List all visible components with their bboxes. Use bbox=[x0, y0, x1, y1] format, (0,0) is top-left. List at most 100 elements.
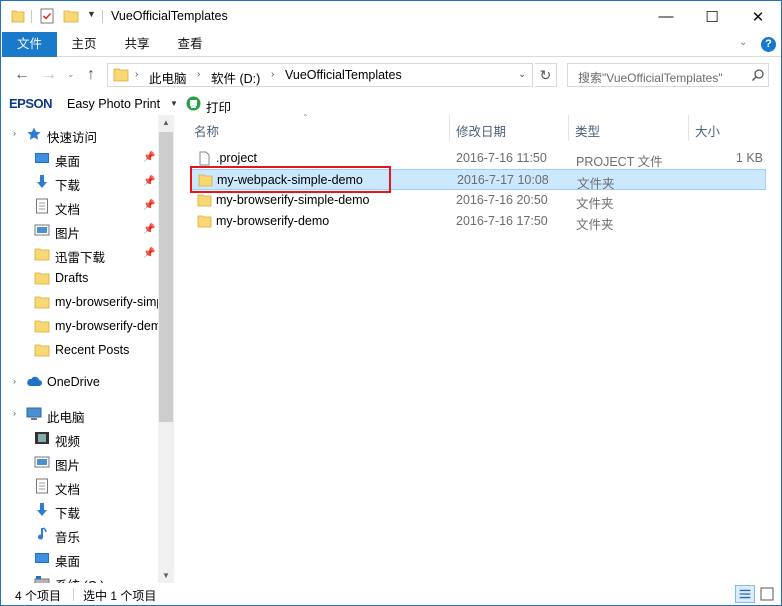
pin-icon[interactable]: 📌 bbox=[143, 200, 155, 211]
nav-item-videos[interactable]: 视频 bbox=[1, 427, 157, 449]
scrollbar-thumb[interactable] bbox=[159, 132, 173, 422]
nav-item-drive-c[interactable]: 系统 (C:) bbox=[1, 571, 157, 583]
picture-icon bbox=[34, 224, 50, 236]
column-size[interactable]: 大小 bbox=[695, 121, 720, 140]
recent-locations-icon[interactable]: ⌄ bbox=[67, 69, 75, 80]
minimize-button[interactable]: — bbox=[643, 1, 689, 32]
file-modified: 2016-7-16 20:50 bbox=[456, 193, 548, 207]
pin-icon[interactable]: 📌 bbox=[143, 152, 155, 163]
file-row[interactable]: my-browserify-simple-demo 2016-7-16 20:5… bbox=[190, 190, 766, 211]
column-type[interactable]: 类型 bbox=[575, 121, 600, 140]
breadcrumb-this-pc[interactable]: 此电脑 bbox=[149, 68, 187, 87]
details-view-icon[interactable] bbox=[735, 585, 755, 603]
chevron-right-icon[interactable]: › bbox=[271, 69, 274, 80]
maximize-button[interactable]: ☐ bbox=[689, 1, 735, 32]
picture-icon bbox=[34, 456, 50, 468]
tab-file[interactable]: 文件 bbox=[2, 32, 57, 57]
folder-icon bbox=[34, 344, 50, 357]
help-icon[interactable]: ? bbox=[761, 37, 776, 52]
expand-arrow-icon[interactable]: › bbox=[13, 128, 16, 138]
search-input[interactable]: 搜索"VueOfficialTemplates" bbox=[567, 63, 769, 87]
nav-onedrive[interactable]: › OneDrive bbox=[1, 371, 157, 393]
chevron-right-icon[interactable]: › bbox=[197, 69, 200, 80]
nav-item-desktop[interactable]: 桌面 📌 bbox=[1, 147, 157, 169]
column-divider[interactable] bbox=[449, 115, 450, 141]
nav-item-recent-posts[interactable]: Recent Posts bbox=[1, 339, 157, 361]
column-modified[interactable]: 修改日期 bbox=[456, 121, 506, 140]
folder-icon bbox=[34, 320, 50, 333]
nav-item-pc-downloads[interactable]: 下载 bbox=[1, 499, 157, 521]
chevron-down-icon[interactable]: ⌄ bbox=[739, 37, 747, 48]
nav-item-downloads[interactable]: 下载 📌 bbox=[1, 171, 157, 193]
new-folder-icon[interactable] bbox=[63, 8, 79, 24]
nav-item-pc-desktop[interactable]: 桌面 bbox=[1, 547, 157, 569]
easy-photo-print-button[interactable]: Easy Photo Print bbox=[67, 97, 160, 111]
folder-icon bbox=[34, 296, 50, 309]
pin-icon[interactable]: 📌 bbox=[143, 176, 155, 187]
file-row[interactable]: my-browserify-demo 2016-7-16 17:50 文件夹 bbox=[190, 211, 766, 232]
search-placeholder: 搜索"VueOfficialTemplates" bbox=[578, 71, 723, 85]
refresh-button[interactable]: ↻ bbox=[535, 63, 557, 87]
nav-quick-access[interactable]: › 快速访问 bbox=[1, 123, 157, 145]
nav-item-pc-documents[interactable]: 文档 bbox=[1, 475, 157, 497]
nav-label: 迅雷下载 bbox=[55, 251, 106, 265]
search-icon[interactable] bbox=[751, 68, 765, 82]
nav-label: OneDrive bbox=[47, 375, 100, 389]
item-count: 4 个项目 bbox=[15, 589, 62, 603]
nav-label: 文档 bbox=[55, 203, 81, 217]
sort-indicator-icon: ⌃ bbox=[302, 113, 309, 122]
quick-access-dropdown-icon[interactable]: ▼ bbox=[87, 9, 96, 19]
file-type: 文件夹 bbox=[576, 197, 614, 211]
nav-item-documents[interactable]: 文档 📌 bbox=[1, 195, 157, 217]
nav-label: 桌面 bbox=[55, 555, 81, 569]
window-title: VueOfficialTemplates bbox=[111, 9, 228, 23]
forward-arrow-icon[interactable]: → bbox=[41, 66, 57, 84]
computer-icon bbox=[26, 407, 42, 420]
column-divider[interactable] bbox=[688, 115, 689, 141]
file-type: 文件夹 bbox=[576, 218, 614, 232]
folder-icon bbox=[113, 68, 129, 82]
star-icon bbox=[27, 127, 41, 140]
column-divider[interactable] bbox=[568, 115, 569, 141]
nav-label: 音乐 bbox=[55, 531, 81, 545]
expand-arrow-icon[interactable]: › bbox=[13, 376, 16, 386]
pin-icon[interactable]: 📌 bbox=[143, 248, 155, 259]
nav-item-browserify-simple[interactable]: my-browserify-simple-demo bbox=[1, 291, 174, 313]
scroll-up-icon[interactable]: ▲ bbox=[162, 118, 170, 127]
video-icon bbox=[35, 432, 49, 444]
divider bbox=[73, 588, 74, 601]
print-icon[interactable] bbox=[186, 96, 201, 111]
close-button[interactable]: ✕ bbox=[735, 1, 781, 32]
up-arrow-icon[interactable]: ↑ bbox=[87, 66, 95, 84]
nav-item-drafts[interactable]: Drafts bbox=[1, 267, 157, 289]
nav-item-xunlei[interactable]: 迅雷下载 📌 bbox=[1, 243, 157, 265]
chevron-down-icon[interactable]: ⌄ bbox=[518, 69, 526, 80]
column-name[interactable]: 名称 bbox=[194, 121, 219, 140]
dropdown-arrow-icon[interactable]: ▼ bbox=[170, 99, 178, 108]
nav-item-music[interactable]: 音乐 bbox=[1, 523, 157, 545]
tab-home[interactable]: 主页 bbox=[59, 32, 109, 57]
expand-arrow-icon[interactable]: › bbox=[13, 408, 16, 418]
nav-this-pc[interactable]: › 此电脑 bbox=[1, 403, 157, 425]
address-bar[interactable]: › 此电脑 › 软件 (D:) › VueOfficialTemplates ⌄ bbox=[107, 63, 533, 87]
tab-view[interactable]: 查看 bbox=[165, 32, 215, 57]
nav-item-browserify-demo[interactable]: my-browserify-demo bbox=[1, 315, 168, 337]
properties-icon[interactable] bbox=[39, 8, 55, 24]
file-name: .project bbox=[216, 151, 257, 165]
back-arrow-icon[interactable]: ← bbox=[14, 66, 30, 84]
chevron-right-icon[interactable]: › bbox=[135, 69, 138, 80]
tab-share[interactable]: 共享 bbox=[111, 32, 163, 57]
print-button[interactable]: 打印 bbox=[206, 97, 231, 116]
folder-icon bbox=[197, 215, 212, 228]
folder-icon bbox=[11, 10, 25, 23]
file-icon bbox=[199, 151, 210, 166]
nav-item-pc-pictures[interactable]: 图片 bbox=[1, 451, 157, 473]
large-icons-view-icon[interactable] bbox=[757, 585, 777, 603]
nav-label: 文档 bbox=[55, 483, 81, 497]
nav-item-pictures[interactable]: 图片 📌 bbox=[1, 219, 157, 241]
pin-icon[interactable]: 📌 bbox=[143, 224, 155, 235]
nav-scrollbar[interactable]: ▲ ▼ bbox=[158, 115, 174, 583]
scroll-down-icon[interactable]: ▼ bbox=[162, 571, 170, 580]
breadcrumb-drive-d[interactable]: 软件 (D:) bbox=[211, 68, 260, 87]
breadcrumb-current-folder[interactable]: VueOfficialTemplates bbox=[285, 68, 402, 82]
